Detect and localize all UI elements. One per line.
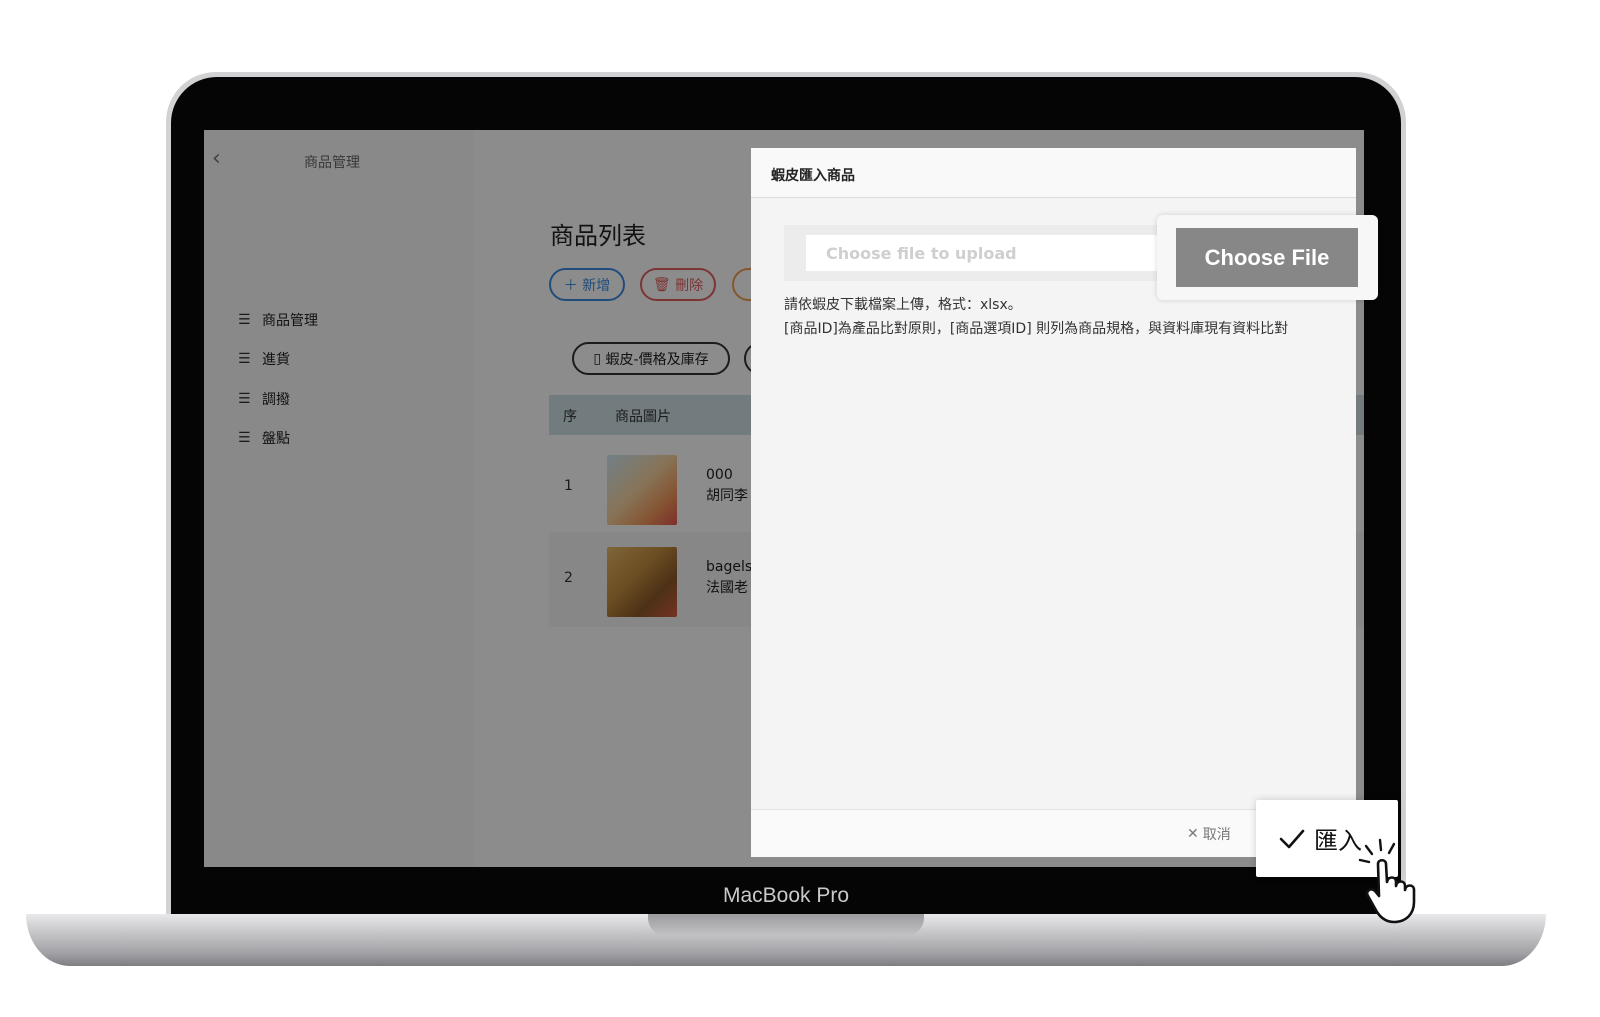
dialog-header: 蝦皮匯入商品 — [751, 148, 1356, 198]
choose-file-callout: Choose File — [1157, 215, 1378, 300]
dialog-title: 蝦皮匯入商品 — [771, 168, 855, 184]
hand-pointer-icon — [1358, 838, 1416, 924]
instruction-line-2: [商品ID]為產品比對原則，[商品選項ID] 則列為商品規格，與資料庫現有資料比… — [784, 321, 1289, 337]
laptop-notch — [648, 914, 924, 936]
device-label: MacBook Pro — [722, 884, 850, 907]
import-label: 匯入 — [1314, 827, 1362, 855]
close-icon: ✕ — [1187, 826, 1199, 842]
upload-instructions: 請依蝦皮下載檔案上傳，格式：xlsx。 [商品ID]為產品比對原則，[商品選項I… — [784, 293, 1324, 341]
check-icon — [1279, 829, 1305, 848]
cancel-label: 取消 — [1202, 827, 1231, 843]
cancel-button[interactable]: ✕ 取消 — [1187, 824, 1231, 844]
file-path-input[interactable] — [806, 235, 1166, 271]
choose-file-button[interactable]: Choose File — [1176, 228, 1358, 287]
